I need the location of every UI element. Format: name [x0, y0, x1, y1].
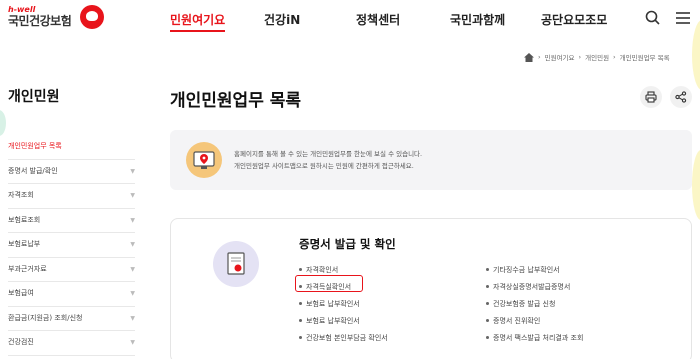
- nav-item-about[interactable]: 공단요모조모: [541, 11, 607, 28]
- list-item-label: 기타징수금 납부확인서: [493, 266, 560, 274]
- logo-mark-icon: [80, 5, 104, 29]
- list-item-label: 보험료 납부확인서: [306, 300, 360, 308]
- nav-item-health-in[interactable]: 건강iN: [264, 11, 300, 28]
- sitemap-monitor-icon: [186, 142, 222, 178]
- sidebar-menu: 개인민원업무 목록 증명서 발급/확인 ▼ 자격조회 ▼ 보험료조회 ▼ 보험료납부 ▼…: [8, 135, 135, 356]
- nav-item-policy[interactable]: 정책센터: [356, 11, 400, 28]
- chevron-down-icon: ▼: [130, 167, 135, 175]
- breadcrumb: › 민원여기요 › 개인민원 › 개인민원업무 목록: [524, 52, 670, 62]
- sidebar-item-label: 건강검진: [8, 338, 34, 346]
- breadcrumb-separator: ›: [538, 53, 541, 61]
- list-item-label: 자격득실확인서: [306, 283, 352, 291]
- notice-text: 홈페이지를 통해 볼 수 있는 개인민원업무를 한눈에 보실 수 있습니다. 개…: [234, 148, 422, 172]
- breadcrumb-item[interactable]: 개인민원: [585, 52, 609, 62]
- nav-item-together[interactable]: 국민과함께: [450, 11, 505, 28]
- bullet-icon: [486, 318, 489, 322]
- sidebar-item-label: 보험급여: [8, 289, 34, 297]
- sidebar-item-label: 부과근거자료: [8, 264, 47, 273]
- chevron-down-icon: ▼: [130, 265, 135, 273]
- sidebar-item-label: 보험료납부: [8, 240, 41, 248]
- notice-line: 개인민원업무 사이트맵으로 원하시는 민원에 간편하게 접근하세요.: [234, 162, 414, 170]
- category-card-certificates: 증명서 발급 및 확인 자격확인서 자격득실확인서 보험료 납부확인서 보험료 …: [170, 218, 692, 359]
- chevron-down-icon: ▼: [130, 314, 135, 322]
- list-item-highlighted[interactable]: 자격득실확인서: [299, 279, 388, 296]
- bullet-icon: [486, 267, 489, 271]
- chevron-down-icon: ▼: [130, 241, 135, 248]
- notice-box: 홈페이지를 통해 볼 수 있는 개인민원업무를 한눈에 보실 수 있습니다. 개…: [170, 130, 692, 190]
- sidebar-item-label: 보험료조회: [8, 215, 41, 224]
- breadcrumb-separator: ›: [613, 53, 616, 61]
- chevron-down-icon: ▼: [130, 339, 135, 346]
- list-item-label: 건강보험 본인부담금 확인서: [306, 334, 388, 342]
- sidebar-item-label: 개인민원업무 목록: [8, 142, 62, 150]
- page-title: 개인민원업무 목록: [170, 91, 302, 111]
- bullet-icon: [299, 301, 302, 305]
- print-icon[interactable]: [640, 86, 662, 108]
- sidebar-item-premium-payment[interactable]: 보험료납부 ▼: [8, 233, 135, 258]
- top-header: h-well 국민건강보험 민원여기요 건강iN 정책센터 국민과함께 공단요모…: [0, 0, 700, 40]
- chevron-down-icon: ▼: [130, 290, 135, 297]
- list-item[interactable]: 건강보험 본인부담금 확인서: [299, 330, 388, 347]
- sidebar-title: 개인민원: [8, 89, 60, 105]
- bullet-icon: [486, 301, 489, 305]
- card-list-right: 기타징수금 납부확인서 자격상실증명서발급증명서 건강보험증 발급 신청 증명서…: [486, 262, 583, 347]
- certificate-icon: [213, 241, 259, 287]
- list-item[interactable]: 자격확인서: [299, 262, 388, 279]
- logo-tagline: h-well: [8, 5, 36, 14]
- list-item[interactable]: 보험료 납부확인서: [299, 296, 388, 313]
- sidebar-item-label: 자격조회: [8, 191, 34, 199]
- list-item[interactable]: 기타징수금 납부확인서: [486, 262, 583, 279]
- list-item-label: 자격확인서: [306, 266, 339, 274]
- logo-name: 국민건강보험: [8, 14, 72, 28]
- card-title: 증명서 발급 및 확인: [299, 237, 396, 251]
- sidebar-item-label: 환급금(지원금) 조회/신청: [8, 313, 83, 322]
- share-icon[interactable]: [670, 86, 692, 108]
- list-item[interactable]: 보험료 납부확인서: [299, 313, 388, 330]
- search-icon[interactable]: [643, 8, 663, 28]
- sidebar-item-checkup[interactable]: 건강검진 ▼: [8, 331, 135, 356]
- nav-item-minwon[interactable]: 민원여기요: [170, 11, 226, 32]
- chevron-down-icon: ▼: [130, 216, 135, 224]
- list-item-label: 증명서 팩스발급 처리결과 조회: [493, 334, 584, 342]
- menu-icon[interactable]: [673, 8, 693, 28]
- bullet-icon: [486, 335, 489, 339]
- list-item[interactable]: 증명서 진위확인: [486, 313, 583, 330]
- card-list-left: 자격확인서 자격득실확인서 보험료 납부확인서 보험료 납부확인서 건강보험 본…: [299, 262, 388, 347]
- list-item[interactable]: 건강보험증 발급 신청: [486, 296, 583, 313]
- home-icon[interactable]: [524, 52, 534, 62]
- list-item-label: 건강보험증 발급 신청: [493, 300, 556, 308]
- sidebar-item-list[interactable]: 개인민원업무 목록: [8, 135, 135, 160]
- breadcrumb-separator: ›: [578, 53, 582, 61]
- sidebar-item-refunds[interactable]: 환급금(지원금) 조회/신청 ▼: [8, 307, 135, 331]
- notice-line: 홈페이지를 통해 볼 수 있는 개인민원업무를 한눈에 보실 수 있습니다.: [234, 150, 423, 158]
- breadcrumb-current: 개인민원업무 목록: [619, 54, 670, 62]
- list-item-label: 보험료 납부확인서: [306, 317, 360, 325]
- sidebar-item-qualification[interactable]: 자격조회 ▼: [8, 184, 135, 209]
- list-item[interactable]: 자격상실증명서발급증명서: [486, 279, 583, 296]
- chevron-down-icon: ▼: [130, 192, 135, 199]
- sidebar-item-label: 증명서 발급/확인: [8, 166, 58, 175]
- bullet-icon: [486, 284, 489, 288]
- list-item-label: 증명서 진위확인: [493, 317, 541, 325]
- sidebar-item-certificates[interactable]: 증명서 발급/확인 ▼: [8, 160, 135, 184]
- bullet-icon: [299, 284, 302, 288]
- bullet-icon: [299, 267, 302, 271]
- site-logo[interactable]: h-well 국민건강보험: [8, 5, 104, 29]
- sidebar-item-basis-data[interactable]: 부과근거자료 ▼: [8, 258, 135, 282]
- bullet-icon: [299, 318, 302, 322]
- list-item[interactable]: 증명서 팩스발급 처리결과 조회: [486, 330, 583, 347]
- sidebar-item-premium-inquiry[interactable]: 보험료조회 ▼: [8, 209, 135, 233]
- bullet-icon: [299, 335, 302, 339]
- breadcrumb-item[interactable]: 민원여기요: [545, 52, 575, 62]
- sidebar-item-benefits[interactable]: 보험급여 ▼: [8, 282, 135, 307]
- decorative-shape: [692, 150, 700, 220]
- list-item-label: 자격상실증명서발급증명서: [493, 283, 571, 291]
- decorative-shape: [0, 110, 6, 136]
